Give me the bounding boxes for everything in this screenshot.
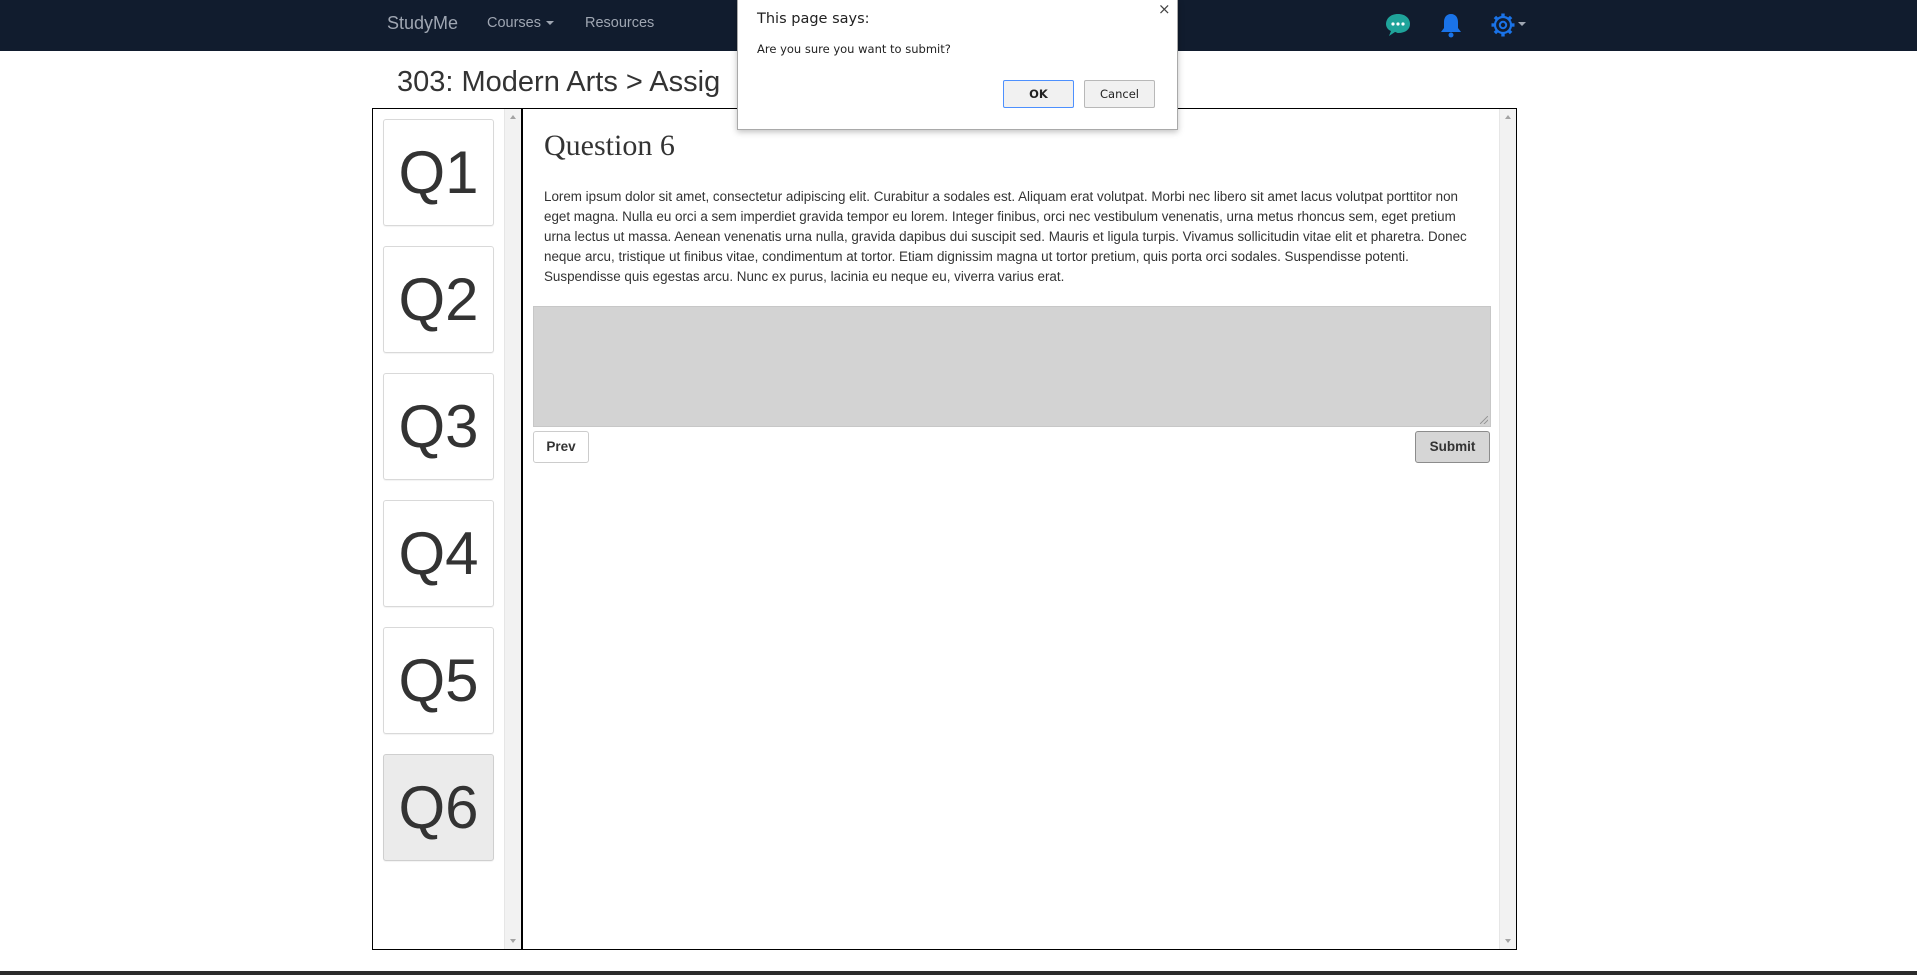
scroll-up-icon[interactable] [1505,115,1511,119]
scroll-up-icon[interactable] [510,115,516,119]
question-heading: Question 6 [544,129,675,162]
prev-button[interactable]: Prev [533,431,589,463]
resources-link[interactable]: Resources [585,15,654,31]
courses-label: Courses [487,15,541,31]
dialog-message: Are you sure you want to submit? [757,42,951,56]
cancel-button[interactable]: Cancel [1084,80,1155,108]
question-nav-panel: Q1 Q2 Q3 Q4 Q5 Q6 [372,108,522,950]
close-icon[interactable]: × [1158,0,1171,18]
confirm-dialog: This page says: × Are you sure you want … [737,0,1178,130]
dialog-title: This page says: [757,11,870,27]
gear-icon [1491,13,1515,37]
scroll-down-icon[interactable] [510,939,516,943]
taskbar-edge [0,971,1917,975]
bell-icon[interactable] [1436,11,1466,39]
ok-button[interactable]: OK [1003,80,1074,108]
answer-textarea[interactable] [533,306,1491,427]
question-text: Lorem ipsum dolor sit amet, consectetur … [544,189,1467,284]
submit-button[interactable]: Submit [1415,431,1490,463]
brand-link[interactable]: StudyMe [387,13,458,34]
question-nav-q1[interactable]: Q1 [383,119,494,226]
chevron-down-icon [546,21,554,26]
page-title: 303: Modern Arts > Assig [397,66,721,98]
chat-icon[interactable] [1383,11,1413,39]
chevron-down-icon [1518,22,1526,26]
question-nav-q4[interactable]: Q4 [383,500,494,607]
courses-dropdown[interactable]: Courses [487,15,554,31]
question-nav-q3[interactable]: Q3 [383,373,494,480]
question-panel-scrollbar[interactable] [1499,109,1516,949]
question-nav-q2[interactable]: Q2 [383,246,494,353]
question-nav-scrollbar[interactable] [504,109,521,949]
question-panel: Question 6 Lorem ipsum dolor sit amet, c… [521,108,1517,950]
scroll-down-icon[interactable] [1505,939,1511,943]
question-nav-q5[interactable]: Q5 [383,627,494,734]
resize-handle-icon[interactable] [1480,416,1488,424]
question-nav-q6[interactable]: Q6 [383,754,494,861]
